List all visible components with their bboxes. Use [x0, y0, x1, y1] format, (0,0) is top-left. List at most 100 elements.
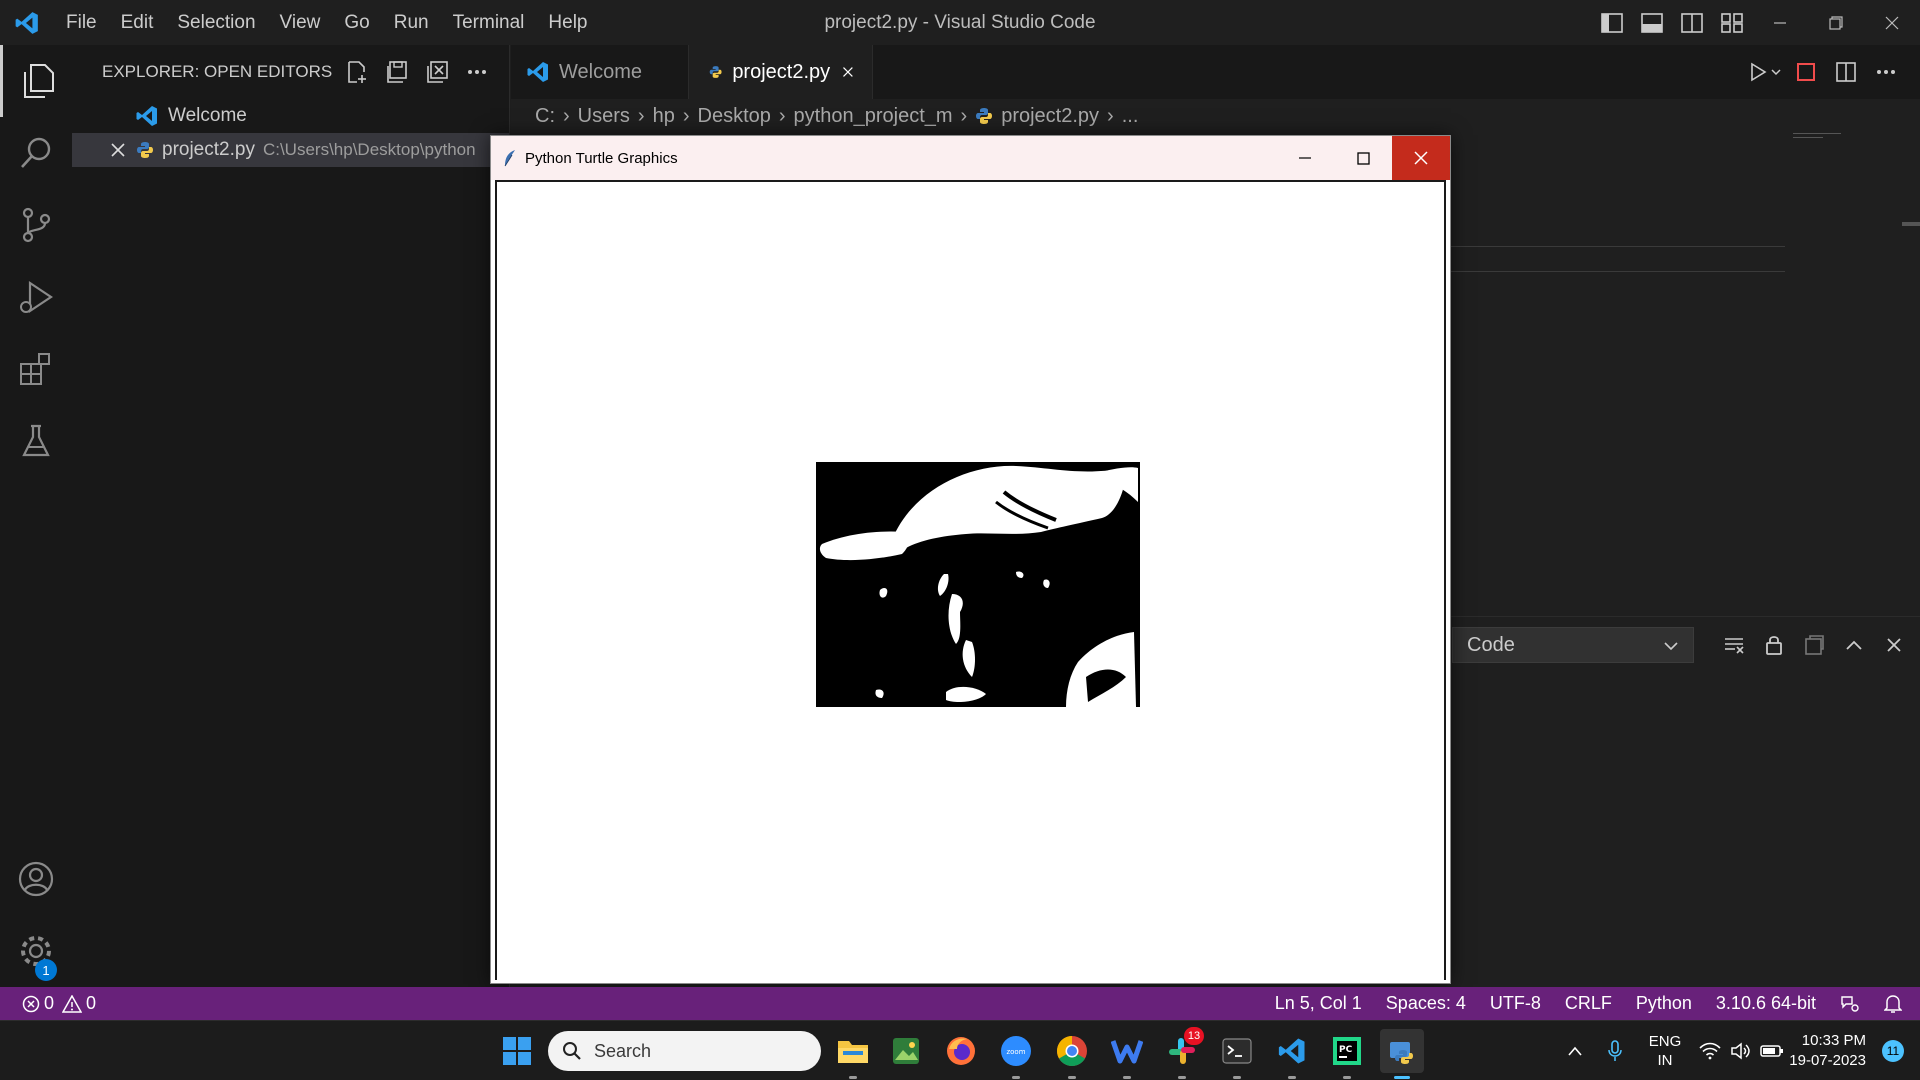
split-editor-icon[interactable] [1826, 52, 1866, 92]
language-code: ENG [1648, 1033, 1682, 1050]
open-editor-project2[interactable]: project2.py C:\Users\hp\Desktop\python [72, 133, 509, 167]
restore-icon[interactable] [1808, 0, 1864, 45]
breadcrumb-item[interactable]: C: [535, 105, 555, 128]
photos-app-icon[interactable] [884, 1029, 928, 1073]
input-language[interactable]: ENG IN [1635, 1032, 1696, 1070]
source-control-icon[interactable] [0, 189, 72, 261]
turtle-close-icon[interactable] [1392, 136, 1450, 180]
scrollbar-marker[interactable] [1902, 222, 1920, 226]
notification-center-badge[interactable]: 11 [1882, 1040, 1904, 1062]
clock-time: 10:33 PM [1801, 1032, 1866, 1049]
more-actions-icon[interactable] [457, 52, 497, 92]
maximize-panel-icon[interactable] [1834, 625, 1874, 665]
save-all-icon[interactable] [377, 52, 417, 92]
close-editor-icon[interactable] [110, 142, 126, 158]
status-bar: 0 0 Ln 5, Col 1 Spaces: 4 UTF-8 CRLF Pyt… [0, 987, 1920, 1020]
python-taskbar-icon[interactable] [1380, 1029, 1424, 1079]
customize-layout-icon[interactable] [1712, 0, 1752, 45]
manage-gear-icon[interactable]: 1 [0, 915, 72, 987]
open-editor-welcome[interactable]: Welcome [72, 99, 509, 133]
taskbar-search[interactable]: Search [548, 1031, 821, 1071]
search-icon[interactable] [0, 117, 72, 189]
breadcrumb-item[interactable]: project2.py [1001, 105, 1099, 128]
menu-selection[interactable]: Selection [165, 0, 267, 45]
tab-label: Welcome [559, 60, 642, 83]
vscode-taskbar-icon[interactable] [1270, 1029, 1314, 1079]
clock[interactable]: 10:33 PM 19-07-2023 [1789, 1031, 1876, 1071]
menu-file[interactable]: File [54, 0, 109, 45]
wifi-icon[interactable] [1695, 1042, 1725, 1060]
turtle-title-bar[interactable]: Python Turtle Graphics [491, 136, 1450, 180]
settings-update-badge: 1 [35, 959, 57, 981]
breadcrumb-item[interactable]: hp [653, 105, 675, 128]
problems-status[interactable]: 0 0 [0, 993, 108, 1014]
extensions-icon[interactable] [0, 333, 72, 405]
pycharm-icon[interactable]: PC [1325, 1029, 1369, 1079]
show-hidden-icons-chevron-icon[interactable] [1555, 1045, 1595, 1057]
close-panel-icon[interactable] [1874, 625, 1914, 665]
language-mode[interactable]: Python [1624, 993, 1704, 1014]
toggle-primary-sidebar-icon[interactable] [1592, 0, 1632, 45]
panel-actions [1714, 625, 1914, 665]
webex-icon[interactable] [1105, 1029, 1149, 1079]
close-all-editors-icon[interactable] [417, 52, 457, 92]
feedback-icon[interactable] [1828, 994, 1872, 1014]
terminal-icon[interactable] [1215, 1029, 1259, 1079]
close-window-icon[interactable] [1864, 0, 1920, 45]
toggle-panel-icon[interactable] [1632, 0, 1672, 45]
battery-icon[interactable] [1755, 1043, 1789, 1059]
output-channel-select[interactable]: Code [1452, 627, 1694, 663]
error-count: 0 [44, 993, 55, 1013]
clear-output-icon[interactable] [1714, 625, 1754, 665]
breadcrumb-item[interactable]: ... [1122, 105, 1139, 128]
zoom-icon[interactable]: zoom [994, 1029, 1038, 1079]
menu-terminal[interactable]: Terminal [441, 0, 537, 45]
end-of-line[interactable]: CRLF [1553, 993, 1624, 1014]
turtle-minimize-icon[interactable] [1276, 136, 1334, 180]
menu-edit[interactable]: Edit [109, 0, 166, 45]
editor-more-actions-icon[interactable] [1866, 52, 1906, 92]
breadcrumb-item[interactable]: Users [578, 105, 630, 128]
start-windows-icon[interactable] [495, 1029, 539, 1073]
running-indicator [1178, 1076, 1186, 1079]
search-placeholder: Search [594, 1040, 652, 1061]
close-tab-icon[interactable] [842, 64, 854, 80]
chrome-icon[interactable] [1050, 1029, 1094, 1079]
firefox-icon[interactable] [939, 1029, 983, 1073]
editor-rule [1451, 246, 1785, 247]
menu-go[interactable]: Go [332, 0, 381, 45]
run-debug-icon[interactable] [0, 261, 72, 333]
new-untitled-file-icon[interactable] [337, 52, 377, 92]
volume-icon[interactable] [1725, 1042, 1755, 1060]
turtle-graphics-window[interactable]: Python Turtle Graphics [490, 135, 1451, 984]
error-icon [22, 995, 40, 1012]
tab-project2[interactable]: project2.py [689, 45, 873, 99]
chevron-right-icon: › [778, 104, 786, 127]
menu-view[interactable]: View [268, 0, 333, 45]
slack-icon[interactable]: 13 [1160, 1027, 1204, 1079]
minimize-icon[interactable] [1752, 0, 1808, 45]
encoding[interactable]: UTF-8 [1478, 993, 1553, 1014]
breadcrumb-item[interactable]: python_project_m [794, 105, 953, 128]
testing-icon[interactable] [0, 405, 72, 477]
tab-welcome[interactable]: Welcome [511, 45, 689, 99]
warning-icon [62, 994, 83, 1013]
turtle-maximize-icon[interactable] [1334, 136, 1392, 180]
toggle-secondary-sidebar-icon[interactable] [1672, 0, 1712, 45]
file-explorer-icon[interactable] [831, 1029, 875, 1079]
run-dropdown-chevron-icon[interactable] [1766, 52, 1786, 92]
open-output-editor-icon[interactable] [1794, 625, 1834, 665]
python-interpreter[interactable]: 3.10.6 64-bit [1704, 993, 1828, 1014]
lock-scroll-icon[interactable] [1754, 625, 1794, 665]
accounts-icon[interactable] [0, 843, 72, 915]
microphone-icon[interactable] [1595, 1040, 1635, 1062]
notifications-bell-icon[interactable] [1872, 994, 1920, 1014]
turtle-canvas[interactable] [495, 180, 1446, 980]
menu-help[interactable]: Help [536, 0, 599, 45]
menu-run[interactable]: Run [382, 0, 441, 45]
indentation[interactable]: Spaces: 4 [1374, 993, 1478, 1014]
breadcrumb-item[interactable]: Desktop [698, 105, 771, 128]
cursor-position[interactable]: Ln 5, Col 1 [1263, 993, 1374, 1014]
explorer-icon[interactable] [0, 45, 72, 117]
stop-icon[interactable] [1786, 52, 1826, 92]
